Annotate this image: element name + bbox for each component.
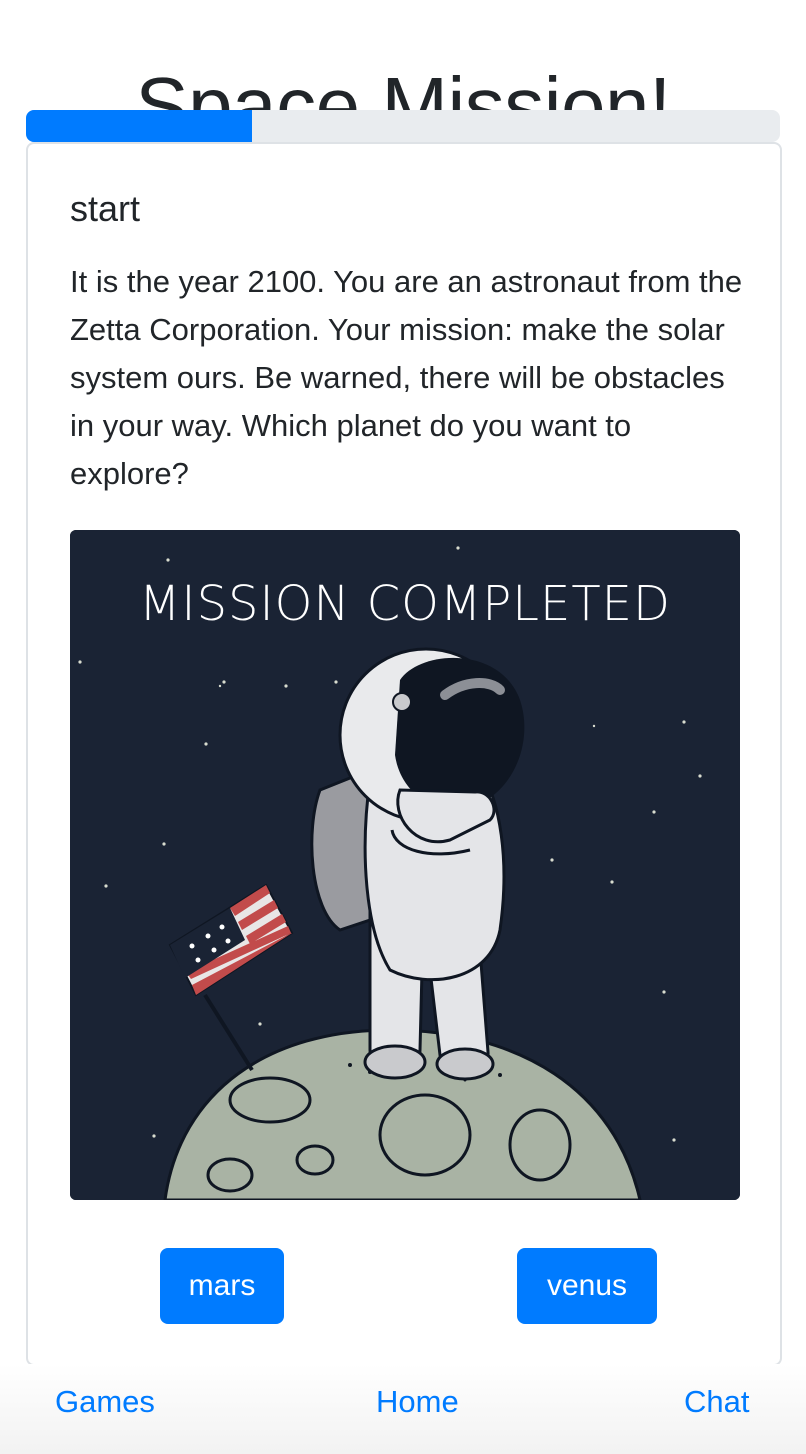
progress-bar-fill — [26, 110, 253, 142]
progress-bar — [26, 110, 780, 142]
nav-chat-link[interactable]: Chat — [684, 1384, 749, 1420]
mission-completed-image: MISSION COMPLETED — [70, 530, 740, 1200]
page: Space Mission! start It is the year 2100… — [0, 0, 806, 1454]
footer-nav: Games Home Chat — [0, 1364, 806, 1454]
card-title: start — [70, 188, 141, 229]
card-text: It is the year 2100. You are an astronau… — [70, 264, 743, 491]
story-card: start It is the year 2100. You are an as… — [26, 142, 782, 1366]
choice-mars-button[interactable]: mars — [160, 1248, 284, 1324]
image-caption-text: MISSION COMPLETED — [139, 576, 671, 632]
choice-venus-button[interactable]: venus — [517, 1248, 657, 1324]
nav-games-link[interactable]: Games — [55, 1384, 155, 1420]
nav-home-link[interactable]: Home — [376, 1384, 459, 1420]
